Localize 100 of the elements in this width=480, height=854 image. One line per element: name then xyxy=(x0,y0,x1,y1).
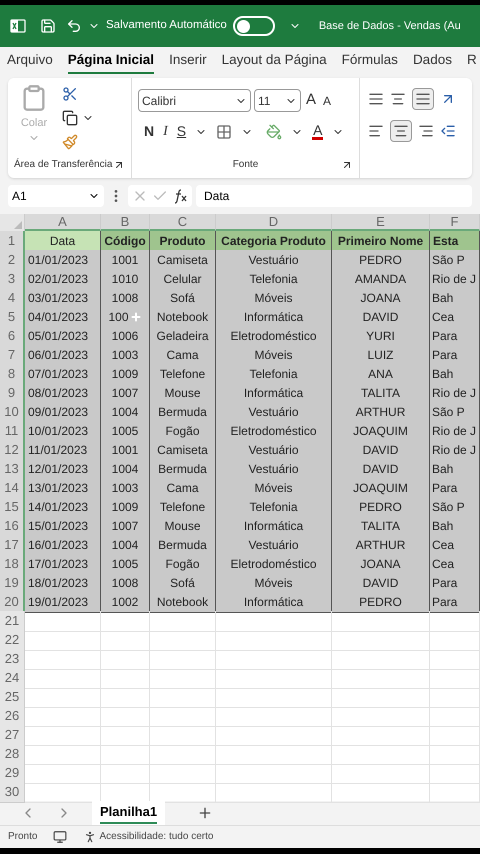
row-header[interactable]: 25 xyxy=(0,687,25,708)
formula-field[interactable]: Data xyxy=(196,184,472,206)
empty-cell xyxy=(430,668,480,688)
row-header[interactable]: 26 xyxy=(0,706,25,726)
row-header[interactable]: 29 xyxy=(0,763,25,784)
bold-button[interactable]: N xyxy=(144,121,154,142)
empty-cell xyxy=(150,630,216,650)
spreadsheet-app-icon[interactable] xyxy=(10,18,26,34)
italic-button[interactable]: I xyxy=(163,121,168,142)
table-cell: 16/01/2023 xyxy=(25,535,101,556)
row-header[interactable]: 24 xyxy=(0,668,25,688)
align-top-icon[interactable] xyxy=(368,91,384,107)
table-cell: Telefonia xyxy=(216,269,332,290)
menu-tab[interactable]: Dados xyxy=(412,50,452,74)
row-header[interactable]: 13 xyxy=(0,459,25,480)
menu-tab[interactable]: R xyxy=(466,50,477,74)
align-center-icon[interactable] xyxy=(390,120,412,142)
table-cell: 11/01/2023 xyxy=(25,440,101,460)
table-cell: 02/01/2023 xyxy=(25,269,101,290)
row-header[interactable]: 1 xyxy=(0,231,25,252)
accessibility-status[interactable]: Acessibilidade: tudo certo xyxy=(99,829,214,844)
column-header[interactable]: F xyxy=(430,214,480,231)
fill-color-icon[interactable] xyxy=(266,124,282,140)
align-middle-icon[interactable] xyxy=(390,91,406,107)
font-color-button[interactable]: A xyxy=(312,123,324,140)
row-header[interactable]: 20 xyxy=(0,592,25,612)
decrease-indent-icon[interactable] xyxy=(440,123,456,139)
row-header[interactable]: 11 xyxy=(0,421,25,442)
column-header[interactable]: D xyxy=(216,214,332,231)
row-header[interactable]: 19 xyxy=(0,573,25,594)
row-header[interactable]: 22 xyxy=(0,630,25,650)
table-cell: 07/01/2023 xyxy=(25,364,101,384)
column-header[interactable]: C xyxy=(150,214,216,231)
table-cell: Bah xyxy=(430,288,480,308)
table-cell: 17/01/2023 xyxy=(25,554,101,574)
row-header[interactable]: 12 xyxy=(0,440,25,460)
function-icon[interactable] xyxy=(172,188,188,204)
empty-cell xyxy=(430,782,480,802)
document-title: Base de Dados - Vendas (Au xyxy=(318,18,461,34)
row-header[interactable]: 21 xyxy=(0,611,25,632)
align-left-icon[interactable] xyxy=(368,123,384,139)
empty-cell xyxy=(150,687,216,708)
borders-icon[interactable] xyxy=(216,124,232,140)
menu-tab[interactable]: Inserir xyxy=(169,50,207,74)
macro-recorder-icon[interactable] xyxy=(53,830,68,844)
shrink-font-button[interactable]: A xyxy=(321,92,334,110)
row-header[interactable]: 10 xyxy=(0,402,25,422)
table-header-cell: Esta xyxy=(430,231,480,252)
row-header[interactable]: 30 xyxy=(0,782,25,802)
copy-icon[interactable] xyxy=(62,110,78,126)
table-cell: Cama xyxy=(150,345,216,366)
underline-button[interactable]: S xyxy=(176,121,186,142)
row-header[interactable]: 17 xyxy=(0,535,25,556)
save-icon[interactable] xyxy=(40,18,56,34)
format-painter-icon[interactable] xyxy=(62,134,78,150)
table-cell: Rio de J xyxy=(430,440,480,460)
row-header[interactable]: 4 xyxy=(0,288,25,308)
row-header[interactable]: 14 xyxy=(0,478,25,498)
undo-icon[interactable] xyxy=(66,18,82,34)
row-header[interactable]: 5 xyxy=(0,307,25,328)
row-header[interactable]: 16 xyxy=(0,516,25,536)
row-header[interactable]: 3 xyxy=(0,269,25,290)
row-header[interactable]: 18 xyxy=(0,554,25,574)
table-cell: Para xyxy=(430,478,480,498)
table-header-cell: Primeiro Nome xyxy=(332,231,430,252)
align-bottom-icon[interactable] xyxy=(412,88,434,110)
column-header[interactable]: E xyxy=(332,214,430,231)
table-cell: 1004 xyxy=(101,459,150,480)
align-right-icon[interactable] xyxy=(418,123,434,139)
row-header[interactable]: 15 xyxy=(0,497,25,518)
sheet-tab[interactable]: Planilha1 xyxy=(92,801,166,825)
table-cell: ANA xyxy=(332,364,430,384)
menu-tab[interactable]: Fórmulas xyxy=(342,50,398,74)
grow-font-button[interactable]: A xyxy=(304,89,318,112)
autosave-toggle[interactable] xyxy=(232,16,275,36)
cut-icon[interactable] xyxy=(62,86,78,102)
menu-tab[interactable]: Layout da Página xyxy=(222,50,327,74)
font-name-field[interactable]: Calibri xyxy=(138,89,251,112)
row-header[interactable]: 28 xyxy=(0,744,25,764)
row-header[interactable]: 27 xyxy=(0,725,25,746)
table-cell: 1007 xyxy=(101,516,150,536)
column-header[interactable]: B xyxy=(101,214,150,231)
row-header[interactable]: 9 xyxy=(0,383,25,404)
name-box[interactable]: A1 xyxy=(8,184,104,206)
table-cell: São P xyxy=(430,250,480,270)
font-size-field[interactable]: 11 xyxy=(254,89,301,112)
table-cell: Vestuário xyxy=(216,250,332,270)
menu-tab[interactable]: Arquivo xyxy=(7,50,53,74)
table-cell: 13/01/2023 xyxy=(25,478,101,498)
row-header[interactable]: 7 xyxy=(0,345,25,366)
row-header[interactable]: 8 xyxy=(0,364,25,384)
row-header[interactable]: 2 xyxy=(0,250,25,270)
table-cell: Informática xyxy=(216,516,332,536)
row-header[interactable]: 23 xyxy=(0,649,25,670)
column-header[interactable]: A xyxy=(25,214,101,231)
menu-tab[interactable]: Página Inicial xyxy=(68,50,154,74)
table-cell: 1002 xyxy=(101,592,150,612)
table-header-cell: Categoria Produto xyxy=(216,231,332,252)
row-header[interactable]: 6 xyxy=(0,326,25,346)
paste-button[interactable]: Colar xyxy=(14,84,54,157)
